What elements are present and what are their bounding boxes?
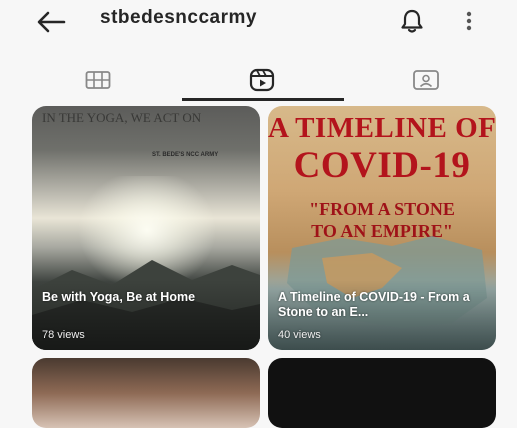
reel-caption: Be with Yoga, Be at Home bbox=[42, 290, 196, 304]
reel-overlay-text: IN THE YOGA, WE ACT ON bbox=[42, 110, 202, 125]
profile-username: stbedesnccarmy bbox=[100, 7, 257, 28]
back-button[interactable] bbox=[34, 8, 68, 36]
tagged-icon bbox=[413, 70, 439, 90]
profile-tabs bbox=[0, 58, 517, 102]
reel-tile[interactable] bbox=[268, 358, 496, 428]
poster-subtitle-line1: "FROM A STONE bbox=[309, 199, 455, 219]
reel-tile[interactable]: A TIMELINE OF COVID-19 "FROM A STONE TO … bbox=[268, 106, 496, 350]
poster-headline-covid: COVID-19 bbox=[293, 145, 471, 186]
reel-tile[interactable] bbox=[32, 358, 260, 428]
tab-reels[interactable] bbox=[202, 58, 322, 102]
active-tab-indicator bbox=[182, 98, 344, 101]
top-bar: stbedesnccarmy bbox=[0, 0, 517, 48]
reel-tile[interactable]: IN THE YOGA, WE ACT ON ST. BEDE'S NCC AR… bbox=[32, 106, 260, 350]
reel-caption: A Timeline of COVID-19 - From a Stone to… bbox=[278, 290, 470, 319]
poster-headline: A TIMELINE OF bbox=[268, 112, 496, 144]
notifications-button[interactable] bbox=[398, 7, 426, 35]
tab-tagged[interactable] bbox=[366, 58, 486, 102]
bell-icon bbox=[401, 9, 423, 33]
tab-grid[interactable] bbox=[38, 58, 158, 102]
more-options-button[interactable] bbox=[462, 8, 476, 36]
more-vertical-icon bbox=[466, 11, 472, 31]
arrow-left-icon bbox=[37, 11, 66, 33]
grid-icon bbox=[85, 71, 111, 89]
reels-icon bbox=[249, 68, 275, 92]
reel-overlay-subtext: ST. BEDE'S NCC ARMY bbox=[152, 152, 219, 158]
reel-view-count: 40 views bbox=[278, 329, 321, 341]
reel-view-count: 78 views bbox=[42, 329, 85, 341]
